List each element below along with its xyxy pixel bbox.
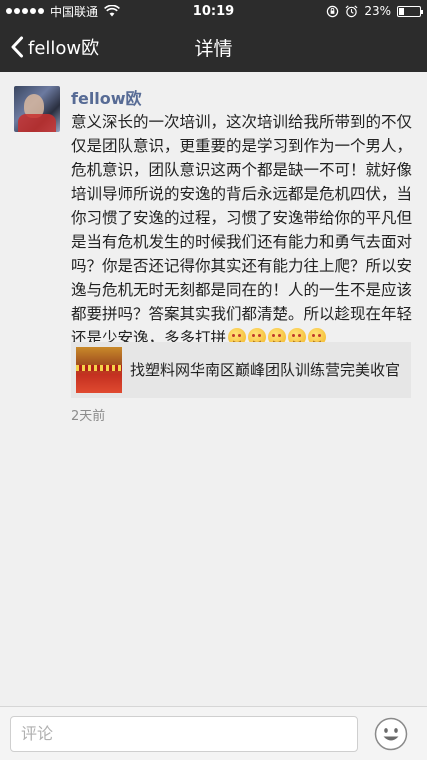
- battery-fill: [399, 7, 404, 15]
- chevron-left-icon: [11, 36, 23, 58]
- post-timestamp: 2天前: [71, 409, 106, 424]
- emoji-button[interactable]: [374, 717, 408, 751]
- wifi-icon: [104, 5, 120, 17]
- comment-bar: [0, 706, 427, 760]
- link-title: 找塑料网华南区巅峰团队训练营完美收官: [130, 360, 401, 379]
- battery-icon: [397, 5, 423, 17]
- back-button[interactable]: fellow欧: [0, 22, 99, 72]
- alarm-icon: [345, 4, 358, 17]
- battery-percent: 23%: [364, 4, 391, 18]
- comment-input[interactable]: [10, 715, 358, 752]
- status-bar: 中国联通 10:19 23%: [0, 0, 427, 22]
- shared-link-card[interactable]: 找塑料网华南区巅峰团队训练营完美收官: [71, 342, 411, 398]
- post-username[interactable]: fellow欧: [71, 85, 142, 109]
- link-thumbnail: [76, 347, 122, 393]
- orientation-lock-icon: [327, 5, 339, 17]
- post-text: 意义深长的一次培训，这次培训给我所带到的不仅仅是团队意识，更重要的是学习到作为一…: [71, 110, 417, 350]
- navigation-bar: fellow欧 详情: [0, 22, 427, 72]
- back-label: fellow欧: [28, 38, 100, 59]
- post-body: 意义深长的一次培训，这次培训给我所带到的不仅仅是团队意识，更重要的是学习到作为一…: [71, 113, 413, 347]
- signal-strength-icon: [6, 8, 44, 14]
- carrier-name: 中国联通: [50, 4, 99, 19]
- avatar[interactable]: [14, 86, 60, 132]
- post-detail: fellow欧 意义深长的一次培训，这次培训给我所带到的不仅仅是团队意识，更重要…: [0, 72, 427, 706]
